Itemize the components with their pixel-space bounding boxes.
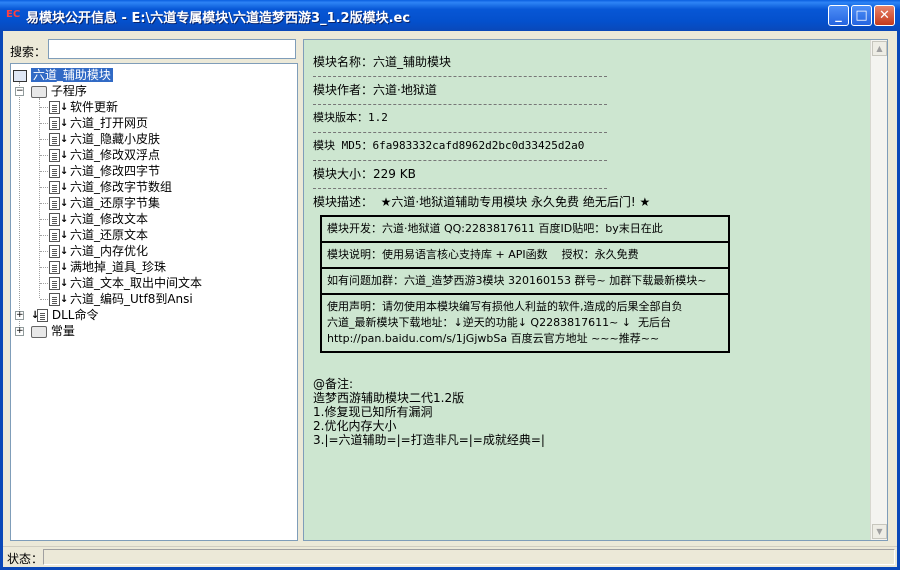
- doc-icon: [49, 277, 60, 290]
- group-label: DLL命令: [51, 308, 99, 322]
- arrow-icon: ↓: [60, 149, 69, 161]
- group-label: 子程序: [50, 84, 87, 98]
- tree-item-label: 软件更新: [70, 100, 119, 114]
- tree-item-subprogram[interactable]: ↓ 六道_修改双浮点: [40, 147, 161, 163]
- tree-item-label: 六道_文本_取出中间文本: [70, 276, 203, 290]
- status-bar: 状态：: [3, 546, 897, 567]
- arrow-icon: ↓: [60, 165, 69, 177]
- status-label: 状态：: [7, 552, 44, 566]
- module-version: 模块版本：1.2: [313, 111, 388, 124]
- tree-item-label: 六道_还原字节集: [70, 196, 161, 210]
- doc-icon: [37, 309, 48, 322]
- module-md5: 模块 MD5：6fa983332cafd8962d2bc0d33425d2a0: [313, 139, 585, 152]
- group-row: 如有问题加群：六道_造梦西游3模块 320160153 群号~ 加群下载最新模块…: [322, 269, 728, 295]
- notes-title: @备注:: [313, 377, 354, 391]
- module-icon: [13, 69, 27, 82]
- notes-line: 1.修复现已知所有漏洞: [313, 405, 433, 419]
- notes-line: 2.优化内存大小: [313, 419, 397, 433]
- tree-root-label: 六道_辅助模块: [30, 68, 113, 82]
- doc-icon: [49, 213, 60, 226]
- doc-icon: [49, 149, 60, 162]
- tree-item-subprogram[interactable]: ↓ 六道_还原文本: [40, 227, 149, 243]
- module-description: 模块描述： ★六道·地狱道辅助专用模块 永久免费 绝无后门! ★: [313, 195, 651, 209]
- explanation-row: 模块说明：使用易语言核心支持库 + API函数 授权：永久免费: [322, 243, 728, 269]
- doc-icon: [49, 261, 60, 274]
- expand-icon[interactable]: +: [15, 327, 24, 336]
- tree-item-subprogram[interactable]: ↓ 六道_文本_取出中间文本: [40, 275, 203, 291]
- module-author: 模块作者：六道·地狱道: [313, 83, 437, 97]
- tree-item-subprogram[interactable]: ↓ 六道_还原字节集: [40, 195, 161, 211]
- tree-group-constants[interactable]: + 常量: [15, 323, 75, 339]
- tree-item-label: 六道_还原文本: [70, 228, 149, 242]
- doc-icon: [49, 133, 60, 146]
- tree-item-label: 满地掉_道具_珍珠: [70, 260, 167, 274]
- arrow-icon: ↓: [60, 197, 69, 209]
- tree-item-subprogram[interactable]: ↓ 六道_打开网页: [40, 115, 149, 131]
- tree-item-subprogram[interactable]: ↓ 满地掉_道具_珍珠: [40, 259, 167, 275]
- arrow-icon: ↓: [60, 181, 69, 193]
- tree-item-label: 六道_修改双浮点: [70, 148, 161, 162]
- doc-icon: [49, 229, 60, 242]
- doc-icon: [49, 245, 60, 258]
- vertical-scrollbar[interactable]: ▲ ▼: [870, 40, 887, 540]
- book-stack-icon: [31, 325, 47, 338]
- arrow-icon: ↓: [60, 245, 69, 257]
- developer-row: 模块开发：六道·地狱道 QQ:2283817611 百度ID贴吧：by末日在此: [322, 217, 728, 243]
- doc-icon: [49, 165, 60, 178]
- module-tree[interactable]: 六道_辅助模块 − 子程序 ↓ 软件更新 ↓ 六道_打开网页 ↓ 六道_隐藏小皮肤 ↓ 六道_…: [10, 63, 298, 541]
- arrow-icon: ↓: [60, 117, 69, 129]
- tree-item-subprogram[interactable]: ↓ 六道_修改文本: [40, 211, 149, 227]
- doc-icon: [49, 293, 60, 306]
- minimize-button[interactable]: _: [828, 5, 849, 26]
- doc-icon: [49, 101, 60, 114]
- tree-item-label: 六道_打开网页: [70, 116, 149, 130]
- expand-icon[interactable]: +: [15, 311, 24, 320]
- close-button[interactable]: ✕: [874, 5, 895, 26]
- tree-item-label: 六道_修改文本: [70, 212, 149, 226]
- doc-icon: [49, 117, 60, 130]
- tree-item-subprogram[interactable]: ↓ 六道_内存优化: [40, 243, 149, 259]
- tree-item-label: 六道_内存优化: [70, 244, 149, 258]
- notes-line: 造梦西游辅助模块二代1.2版: [313, 391, 465, 405]
- arrow-icon: ↓: [60, 213, 69, 225]
- arrow-icon: ↓: [60, 101, 69, 113]
- app-icon: EC: [6, 9, 21, 20]
- tree-group-subprograms[interactable]: − 子程序: [15, 83, 87, 99]
- title-bar: EC 易模块公开信息 - E:\六道专属模块\六道造梦西游3_1.2版模块.ec…: [0, 0, 900, 31]
- collapse-icon[interactable]: −: [15, 87, 24, 96]
- arrow-icon: ↓: [60, 133, 69, 145]
- tree-item-subprogram[interactable]: ↓ 六道_修改字节数组: [40, 179, 173, 195]
- tree-item-subprogram[interactable]: ↓ 软件更新: [40, 99, 119, 115]
- tree-item-label: 六道_编码_Utf8到Ansi: [70, 292, 193, 306]
- status-field: [43, 549, 895, 565]
- book-stack-icon: [31, 85, 47, 98]
- info-box: 模块开发：六道·地狱道 QQ:2283817611 百度ID贴吧：by末日在此 …: [320, 215, 730, 353]
- doc-icon: [49, 197, 60, 210]
- tree-item-label: 六道_修改四字节: [70, 164, 161, 178]
- search-label: 搜索：: [10, 45, 47, 59]
- maximize-button[interactable]: □: [851, 5, 872, 26]
- window-title: 易模块公开信息 - E:\六道专属模块\六道造梦西游3_1.2版模块.ec: [26, 11, 411, 26]
- tree-item-label: 六道_隐藏小皮肤: [70, 132, 161, 146]
- tree-item-subprogram[interactable]: ↓ 六道_编码_Utf8到Ansi: [40, 291, 193, 307]
- doc-icon: [49, 181, 60, 194]
- tree-item-subprogram[interactable]: ↓ 六道_修改四字节: [40, 163, 161, 179]
- tree-item-subprogram[interactable]: ↓ 六道_隐藏小皮肤: [40, 131, 161, 147]
- scroll-down-icon[interactable]: ▼: [872, 524, 887, 539]
- scroll-up-icon[interactable]: ▲: [872, 41, 887, 56]
- arrow-icon: ↓: [60, 261, 69, 273]
- tree-group-dll[interactable]: + ↓ DLL命令: [15, 307, 98, 323]
- arrow-icon: ↓: [60, 277, 69, 289]
- tree-root[interactable]: 六道_辅助模块: [13, 67, 113, 83]
- notes-line: 3.|=六道辅助=|=打造非凡=|=成就经典=|: [313, 433, 545, 447]
- module-size: 模块大小：229 KB: [313, 167, 416, 181]
- search-input[interactable]: [48, 39, 296, 59]
- tree-item-label: 六道_修改字节数组: [70, 180, 173, 194]
- module-name: 模块名称：六道_辅助模块: [313, 55, 452, 69]
- group-label: 常量: [50, 324, 75, 338]
- arrow-icon: ↓: [60, 229, 69, 241]
- arrow-icon: ↓: [60, 293, 69, 305]
- module-info-panel: 模块名称：六道_辅助模块 模块作者：六道·地狱道 模块版本：1.2 模块 MD5…: [303, 39, 888, 541]
- statement-row: 使用声明：请勿使用本模块编写有损他人利益的软件,造成的后果全部自负 六道_最新模…: [327, 300, 683, 345]
